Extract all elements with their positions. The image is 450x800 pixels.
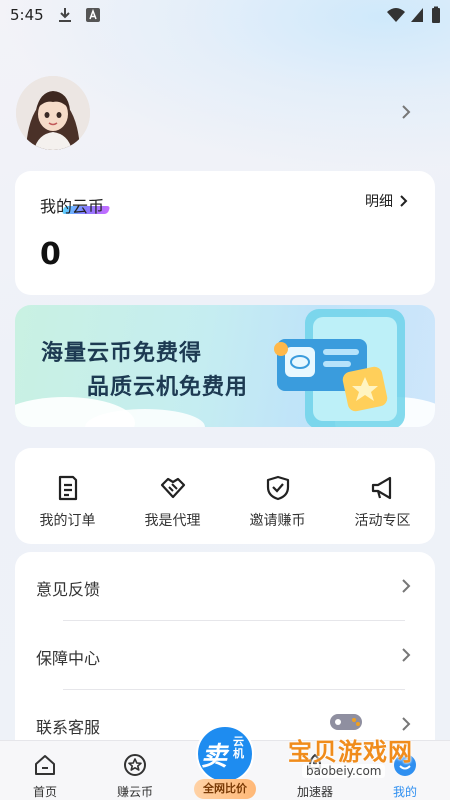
coin-star-icon [124,754,146,776]
chevron-right-icon [402,579,411,593]
list-item-guarantee[interactable]: 保障中心 [15,621,435,689]
coins-detail-link[interactable]: 明细 [365,191,409,211]
order-icon [58,475,77,501]
chevron-right-icon [402,648,411,662]
banner-headline: 海量云币免费得 [41,341,203,366]
nav-earn-coins[interactable]: 赚云币 [90,741,180,800]
menu-label: 活动专区 [354,513,411,529]
home-icon [35,755,55,775]
coins-detail-label: 明细 [365,194,393,210]
status-time: 5:45 [10,6,44,24]
list-item-label: 保障中心 [36,649,101,668]
watermark: 宝贝游戏网 baobeiy.com [282,712,442,796]
watermark-url: baobeiy.com [302,764,386,778]
menu-activity-zone[interactable]: 活动专区 [330,448,435,544]
megaphone-icon [371,476,391,500]
chevron-right-icon [400,195,408,207]
nav-label: 首页 [32,785,57,799]
coins-title: 我的云币 [40,197,105,216]
nav-home[interactable]: 首页 [0,741,90,800]
sell-cloud-device-button[interactable]: 卖 云机 [193,724,257,783]
list-item-feedback[interactable]: 意见反馈 [15,552,435,620]
list-item-label: 联系客服 [36,718,101,737]
menu-my-orders[interactable]: 我的订单 [15,448,120,544]
avatar[interactable] [16,76,90,150]
coins-value: 0 [40,237,61,272]
nav-label: 赚云币 [116,785,153,799]
sell-main-text: 卖 [201,742,228,772]
coins-card: 我的云币 明细 0 [15,171,435,295]
menu-invite-earn[interactable]: 邀请赚币 [225,448,330,544]
download-icon [59,8,71,22]
app-notification-icon [86,8,100,22]
menu-label: 邀请赚币 [249,513,306,529]
handshake-icon [160,477,185,499]
price-compare-badge[interactable]: 全网比价 [194,779,256,799]
status-bar: 5:45 [0,0,450,32]
gamepad-icon [330,714,362,730]
menu-agent[interactable]: 我是代理 [120,448,225,544]
signal-icon [411,8,423,22]
battery-icon [432,6,440,23]
list-item-label: 意见反馈 [36,580,101,599]
shield-check-icon [266,475,289,501]
quick-menu: 我的订单 我是代理 邀请赚币 活动专区 [15,448,435,544]
menu-label: 我是代理 [144,513,201,529]
watermark-text: 宝贝游戏网 [288,738,413,766]
banner-subheadline: 品质云机免费用 [87,375,249,400]
sell-sub-text: 云机 [233,735,244,760]
wifi-icon [387,8,405,22]
profile-chevron-right-icon[interactable] [398,104,414,120]
avatar-image [16,76,90,150]
menu-label: 我的订单 [39,513,96,529]
promo-banner[interactable]: 海量云币免费得 品质云机免费用 [15,305,435,427]
